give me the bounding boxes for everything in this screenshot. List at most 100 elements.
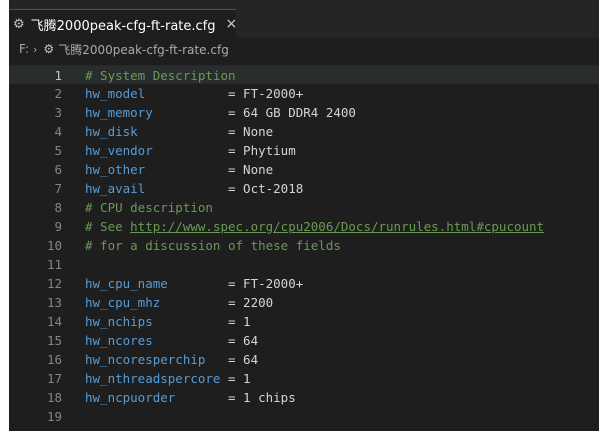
config-value: = 64 GB DDR4 2400 <box>228 105 356 120</box>
line-content <box>62 255 85 274</box>
config-value: = None <box>228 162 274 177</box>
config-key: hw_ncores <box>85 333 228 348</box>
line-number: 16 <box>46 352 62 367</box>
line-number: 8 <box>54 200 62 215</box>
config-key: hw_ncoresperchip <box>85 352 228 367</box>
config-key: hw_cpu_mhz <box>85 295 228 310</box>
gear-icon: ⚙ <box>43 42 55 56</box>
config-value: = 2200 <box>228 295 274 310</box>
editor-window: ⚙ 飞腾2000peak-cfg-ft-rate.cfg × F: › ⚙ 飞腾… <box>9 0 599 431</box>
config-key: hw_memory <box>85 105 228 120</box>
config-value: = 64 <box>228 333 259 348</box>
code-line[interactable]: 7 hw_avail = Oct-2018 <box>9 179 599 198</box>
line-content: # See http://www.spec.org/cpu2006/Docs/r… <box>62 217 544 236</box>
line-content: hw_memory = 64 GB DDR4 2400 <box>62 103 356 122</box>
breadcrumb-file[interactable]: 飞腾2000peak-cfg-ft-rate.cfg <box>58 41 229 58</box>
config-key: hw_other <box>85 162 228 177</box>
code-line[interactable]: 2 hw_model = FT-2000+ <box>9 84 599 103</box>
config-key: hw_nchips <box>85 314 228 329</box>
code-line[interactable]: 15 hw_ncores = 64 <box>9 331 599 350</box>
code-line[interactable]: 17 hw_nthreadspercore = 1 <box>9 369 599 388</box>
comment-link[interactable]: http://www.spec.org/cpu2006/Docs/runrule… <box>130 219 544 234</box>
line-content: # System Description <box>62 66 236 83</box>
line-number: 12 <box>46 276 62 291</box>
line-content: hw_model = FT-2000+ <box>62 84 303 103</box>
code-line[interactable]: 5 hw_vendor = Phytium <box>9 141 599 160</box>
code-line[interactable]: 8 # CPU description <box>9 198 599 217</box>
line-content: hw_ncoresperchip = 64 <box>62 350 258 369</box>
line-number: 4 <box>54 124 62 139</box>
code-line[interactable]: 14 hw_nchips = 1 <box>9 312 599 331</box>
line-content: hw_ncores = 64 <box>62 331 258 350</box>
line-number: 13 <box>46 295 62 310</box>
gear-icon: ⚙ <box>13 16 25 32</box>
config-value: = 1 chips <box>228 390 296 405</box>
line-number: 7 <box>54 181 62 196</box>
breadcrumb: F: › ⚙ 飞腾2000peak-cfg-ft-rate.cfg <box>9 38 599 60</box>
line-content: hw_disk = None <box>62 122 273 141</box>
config-value: = 1 <box>228 371 251 386</box>
config-value: = 64 <box>228 352 259 367</box>
code-editor[interactable]: 1 # System Description 2 hw_model = FT-2000… <box>9 65 599 431</box>
line-content: hw_other = None <box>62 160 273 179</box>
editor-tab[interactable]: ⚙ 飞腾2000peak-cfg-ft-rate.cfg × <box>9 9 238 38</box>
line-content: hw_ncpuorder = 1 chips <box>62 388 296 407</box>
line-number: 1 <box>54 68 62 83</box>
code-line[interactable]: 19 <box>9 407 599 426</box>
comment-text: # CPU description <box>85 200 213 215</box>
config-value: = FT-2000+ <box>228 86 304 101</box>
line-number: 10 <box>46 238 62 253</box>
config-value: = 1 <box>228 314 251 329</box>
line-number: 2 <box>54 86 62 101</box>
line-content: hw_nthreadspercore = 1 <box>62 369 251 388</box>
line-number: 14 <box>46 314 62 329</box>
chevron-right-icon: › <box>33 42 38 56</box>
line-number: 5 <box>54 143 62 158</box>
line-content: hw_cpu_name = FT-2000+ <box>62 274 303 293</box>
breadcrumb-drive[interactable]: F: <box>19 42 29 56</box>
line-number: 6 <box>54 162 62 177</box>
line-content: # CPU description <box>62 198 213 217</box>
config-value: = FT-2000+ <box>228 276 304 291</box>
code-line[interactable]: 6 hw_other = None <box>9 160 599 179</box>
config-key: hw_cpu_name <box>85 276 228 291</box>
code-line[interactable]: 3 hw_memory = 64 GB DDR4 2400 <box>9 103 599 122</box>
comment-text: # for a discussion of these fields <box>85 238 341 253</box>
code-line[interactable]: 13 hw_cpu_mhz = 2200 <box>9 293 599 312</box>
line-number: 9 <box>54 219 62 234</box>
code-line[interactable]: 11 <box>9 255 599 274</box>
config-key: hw_avail <box>85 181 228 196</box>
tab-strip: ⚙ 飞腾2000peak-cfg-ft-rate.cfg × <box>9 0 599 38</box>
line-content: # for a discussion of these fields <box>62 236 341 255</box>
code-line[interactable]: 1 # System Description <box>9 65 599 84</box>
line-number: 19 <box>46 409 62 424</box>
config-value: = Oct-2018 <box>228 181 304 196</box>
line-content <box>62 407 85 426</box>
line-number: 3 <box>54 105 62 120</box>
line-content: hw_vendor = Phytium <box>62 141 296 160</box>
tab-label: 飞腾2000peak-cfg-ft-rate.cfg <box>30 18 216 34</box>
code-line[interactable]: 10 # for a discussion of these fields <box>9 236 599 255</box>
config-key: hw_vendor <box>85 143 228 158</box>
line-number: 17 <box>46 371 62 386</box>
config-key: hw_ncpuorder <box>85 390 228 405</box>
config-key: hw_model <box>85 86 228 101</box>
line-content: hw_nchips = 1 <box>62 312 251 331</box>
code-line[interactable]: 18 hw_ncpuorder = 1 chips <box>9 388 599 407</box>
config-value: = None <box>228 124 274 139</box>
line-number: 15 <box>46 333 62 348</box>
line-content: hw_avail = Oct-2018 <box>62 179 303 198</box>
close-icon[interactable]: × <box>226 16 238 32</box>
line-number: 18 <box>46 390 62 405</box>
config-value: = Phytium <box>228 143 296 158</box>
line-content: hw_cpu_mhz = 2200 <box>62 293 273 312</box>
config-key: hw_nthreadspercore <box>85 371 228 386</box>
comment-text: # System Description <box>85 68 236 83</box>
code-line[interactable]: 4 hw_disk = None <box>9 122 599 141</box>
code-line[interactable]: 12 hw_cpu_name = FT-2000+ <box>9 274 599 293</box>
code-line[interactable]: 9 # See http://www.spec.org/cpu2006/Docs/… <box>9 217 599 236</box>
config-key: hw_disk <box>85 124 228 139</box>
code-line[interactable]: 16 hw_ncoresperchip = 64 <box>9 350 599 369</box>
comment-text: # See <box>85 219 131 234</box>
line-number: 11 <box>46 257 62 272</box>
